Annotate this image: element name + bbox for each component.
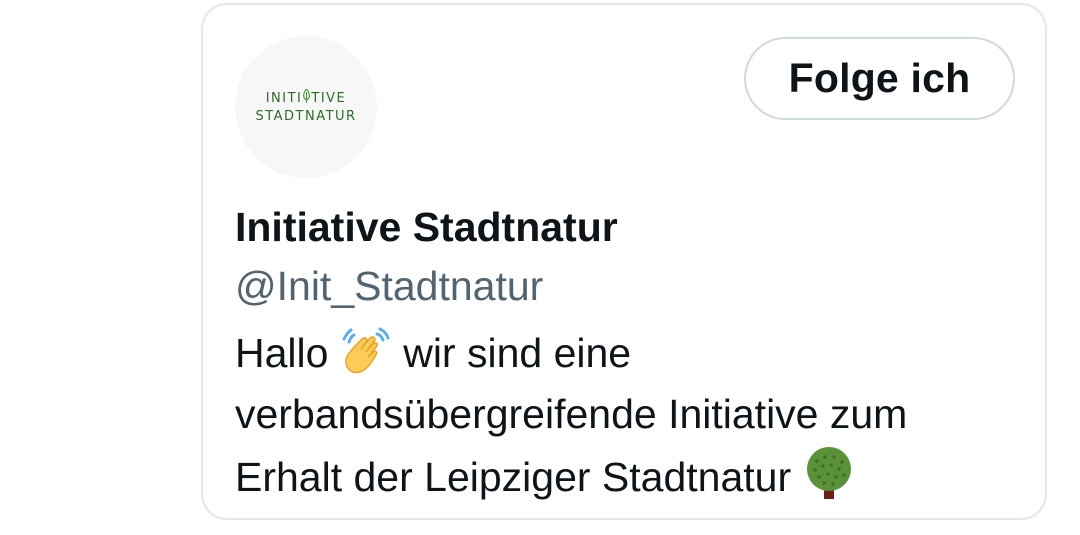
profile-bio: Hallo wir sind eine verbandsübergreifend… [235,323,1025,508]
waving-hand-icon [340,325,392,377]
profile-handle[interactable]: @Init_Stadtnatur [235,263,543,310]
avatar-logo-line-2: STADTNATUR [255,109,357,124]
tree-icon [803,445,855,499]
following-button-label: Folge ich [788,55,971,101]
bio-line-3: Erhalt der Leipziger Stadtnatur [235,445,1025,508]
profile-card: INITI TIVE STADTNATUR Folge ich Initiativ… [201,3,1047,520]
avatar[interactable]: INITI TIVE STADTNATUR [235,36,377,178]
bio-line-2: verbandsübergreifende Initiative zum [235,391,908,437]
avatar-logo-line-1: INITI TIVE [265,88,347,106]
bio-line-1: Hallo wir sind eine [235,323,1025,384]
following-button[interactable]: Folge ich [744,37,1015,120]
profile-name[interactable]: Initiative Stadtnatur [235,204,618,251]
